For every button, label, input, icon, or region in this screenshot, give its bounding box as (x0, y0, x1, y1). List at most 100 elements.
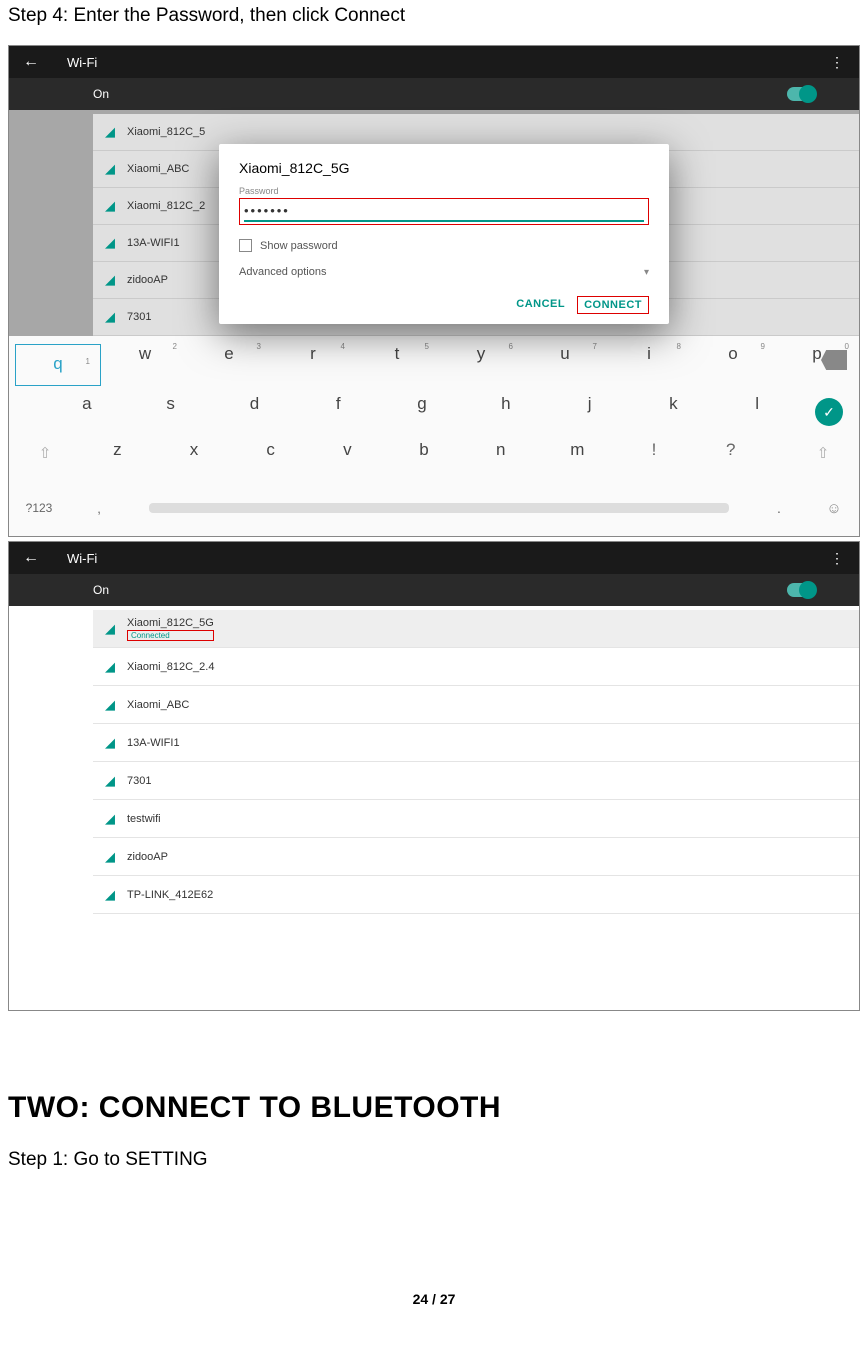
wifi-toggle[interactable] (787, 583, 815, 597)
key-x[interactable]: x (156, 440, 233, 480)
key-h[interactable]: h (464, 394, 548, 434)
connected-status: Connected (127, 630, 214, 641)
wifi-toggle[interactable] (787, 87, 815, 101)
wifi-settings-header: ← Wi-Fi ⋮ (9, 46, 859, 78)
key-e[interactable]: e3 (187, 344, 271, 386)
header-title: Wi-Fi (67, 551, 97, 566)
network-list: ◢Xiaomi_812C_5GConnected◢Xiaomi_812C_2.4… (9, 606, 859, 914)
wifi-signal-icon: ◢ (93, 849, 127, 865)
network-name: 7301 (127, 775, 151, 787)
list-item[interactable]: ◢7301 (93, 762, 859, 800)
shift-key-icon[interactable]: ⇧ (809, 444, 837, 470)
wifi-signal-icon: ◢ (93, 124, 127, 140)
back-icon[interactable]: ← (23, 549, 39, 567)
screenshot-password-dialog: ← Wi-Fi ⋮ On ◢Xiaomi_812C_5 ◢Xiaomi_ABC … (8, 45, 860, 537)
emoji-key-icon[interactable]: ☺ (809, 500, 859, 517)
comma-key[interactable]: , (69, 501, 129, 516)
step1-heading: Step 1: Go to SETTING (8, 1149, 860, 1171)
cancel-button[interactable]: CANCEL (510, 296, 571, 314)
list-item[interactable]: ◢Xiaomi_812C_2.4 (93, 648, 859, 686)
wifi-on-label: On (93, 583, 109, 597)
list-item[interactable]: ◢zidooAP (93, 838, 859, 876)
wifi-on-row: On (9, 78, 859, 110)
spacebar-key[interactable] (149, 503, 729, 513)
key-m[interactable]: m (539, 440, 616, 480)
list-item[interactable]: ◢TP-LINK_412E62 (93, 876, 859, 914)
key-w[interactable]: w2 (103, 344, 187, 386)
key-d[interactable]: d (213, 394, 297, 434)
back-icon[interactable]: ← (23, 53, 39, 71)
password-highlight-box (239, 198, 649, 225)
wifi-signal-icon: ◢ (93, 161, 127, 177)
wifi-signal-icon: ◢ (93, 887, 127, 903)
key-f[interactable]: f (296, 394, 380, 434)
section-two-heading: TWO: CONNECT TO BLUETOOTH (8, 1091, 860, 1125)
wifi-signal-icon: ◢ (93, 811, 127, 827)
key-l[interactable]: l (715, 394, 799, 434)
key-j[interactable]: j (548, 394, 632, 434)
wifi-password-dialog: Xiaomi_812C_5G Password Show password Ad… (219, 144, 669, 324)
show-password-label: Show password (260, 240, 338, 252)
wifi-on-row: On (9, 574, 859, 606)
wifi-signal-icon: ◢ (93, 659, 127, 675)
key-n[interactable]: n (462, 440, 539, 480)
list-item[interactable]: ◢Xiaomi_ABC (93, 686, 859, 724)
symbols-key[interactable]: ?123 (9, 501, 69, 515)
header-title: Wi-Fi (67, 55, 97, 70)
screenshot-wifi-connected: ← Wi-Fi ⋮ On ◢Xiaomi_812C_5GConnected◢Xi… (8, 541, 860, 1011)
wifi-signal-icon: ◢ (93, 773, 127, 789)
enter-key[interactable]: ✓ (815, 398, 843, 426)
key-v[interactable]: v (309, 440, 386, 480)
network-name: Xiaomi_812C_2.4 (127, 661, 214, 673)
key-q[interactable]: q1 (15, 344, 101, 386)
password-input[interactable] (244, 201, 644, 222)
wifi-signal-icon: ◢ (93, 198, 127, 214)
key-r[interactable]: r4 (271, 344, 355, 386)
overflow-menu-icon[interactable]: ⋮ (830, 550, 845, 567)
key-g[interactable]: g (380, 394, 464, 434)
wifi-signal-icon: ◢ (93, 309, 127, 325)
wifi-signal-icon: ◢ (93, 735, 127, 751)
network-name: testwifi (127, 813, 161, 825)
connect-button[interactable]: CONNECT (577, 296, 649, 314)
key-i[interactable]: i8 (607, 344, 691, 386)
key-z[interactable]: z (79, 440, 156, 480)
key-![interactable]: ! (616, 440, 693, 480)
key-b[interactable]: b (386, 440, 463, 480)
shift-key-icon[interactable]: ⇧ (31, 444, 59, 470)
step4-heading: Step 4: Enter the Password, then click C… (8, 5, 860, 27)
wifi-signal-icon: ◢ (93, 235, 127, 251)
wifi-on-label: On (93, 87, 109, 101)
chevron-down-icon: ▾ (644, 267, 649, 278)
wifi-settings-header: ← Wi-Fi ⋮ (9, 542, 859, 574)
network-name: Xiaomi_812C_5G (127, 617, 214, 629)
onscreen-keyboard: q1w2e3r4t5y6u7i8o9p0 asdfghjkl ✓ ⇧ zxcvb… (9, 336, 859, 536)
key-k[interactable]: k (631, 394, 715, 434)
network-name: zidooAP (127, 851, 168, 863)
list-item[interactable]: ◢13A-WIFI1 (93, 724, 859, 762)
network-name: Xiaomi_ABC (127, 699, 189, 711)
key-t[interactable]: t5 (355, 344, 439, 386)
dialog-title: Xiaomi_812C_5G (239, 160, 649, 176)
list-item[interactable]: ◢Xiaomi_812C_5GConnected (93, 610, 859, 648)
password-label: Password (239, 186, 649, 196)
overflow-menu-icon[interactable]: ⋮ (830, 54, 845, 71)
backspace-key[interactable] (821, 350, 847, 370)
key-o[interactable]: o9 (691, 344, 775, 386)
key-c[interactable]: c (232, 440, 309, 480)
key-?[interactable]: ? (692, 440, 769, 480)
key-a[interactable]: a (45, 394, 129, 434)
network-name: 13A-WIFI1 (127, 737, 180, 749)
key-s[interactable]: s (129, 394, 213, 434)
period-key[interactable]: . (749, 500, 809, 516)
wifi-signal-icon: ◢ (93, 272, 127, 288)
network-name: TP-LINK_412E62 (127, 889, 213, 901)
wifi-signal-icon: ◢ (93, 697, 127, 713)
list-item[interactable]: ◢testwifi (93, 800, 859, 838)
wifi-signal-icon: ◢ (93, 621, 127, 637)
page-footer: 24 / 27 (8, 1291, 860, 1307)
show-password-checkbox[interactable] (239, 239, 252, 252)
key-y[interactable]: y6 (439, 344, 523, 386)
key-u[interactable]: u7 (523, 344, 607, 386)
advanced-options-row[interactable]: Advanced options ▾ (239, 266, 649, 278)
